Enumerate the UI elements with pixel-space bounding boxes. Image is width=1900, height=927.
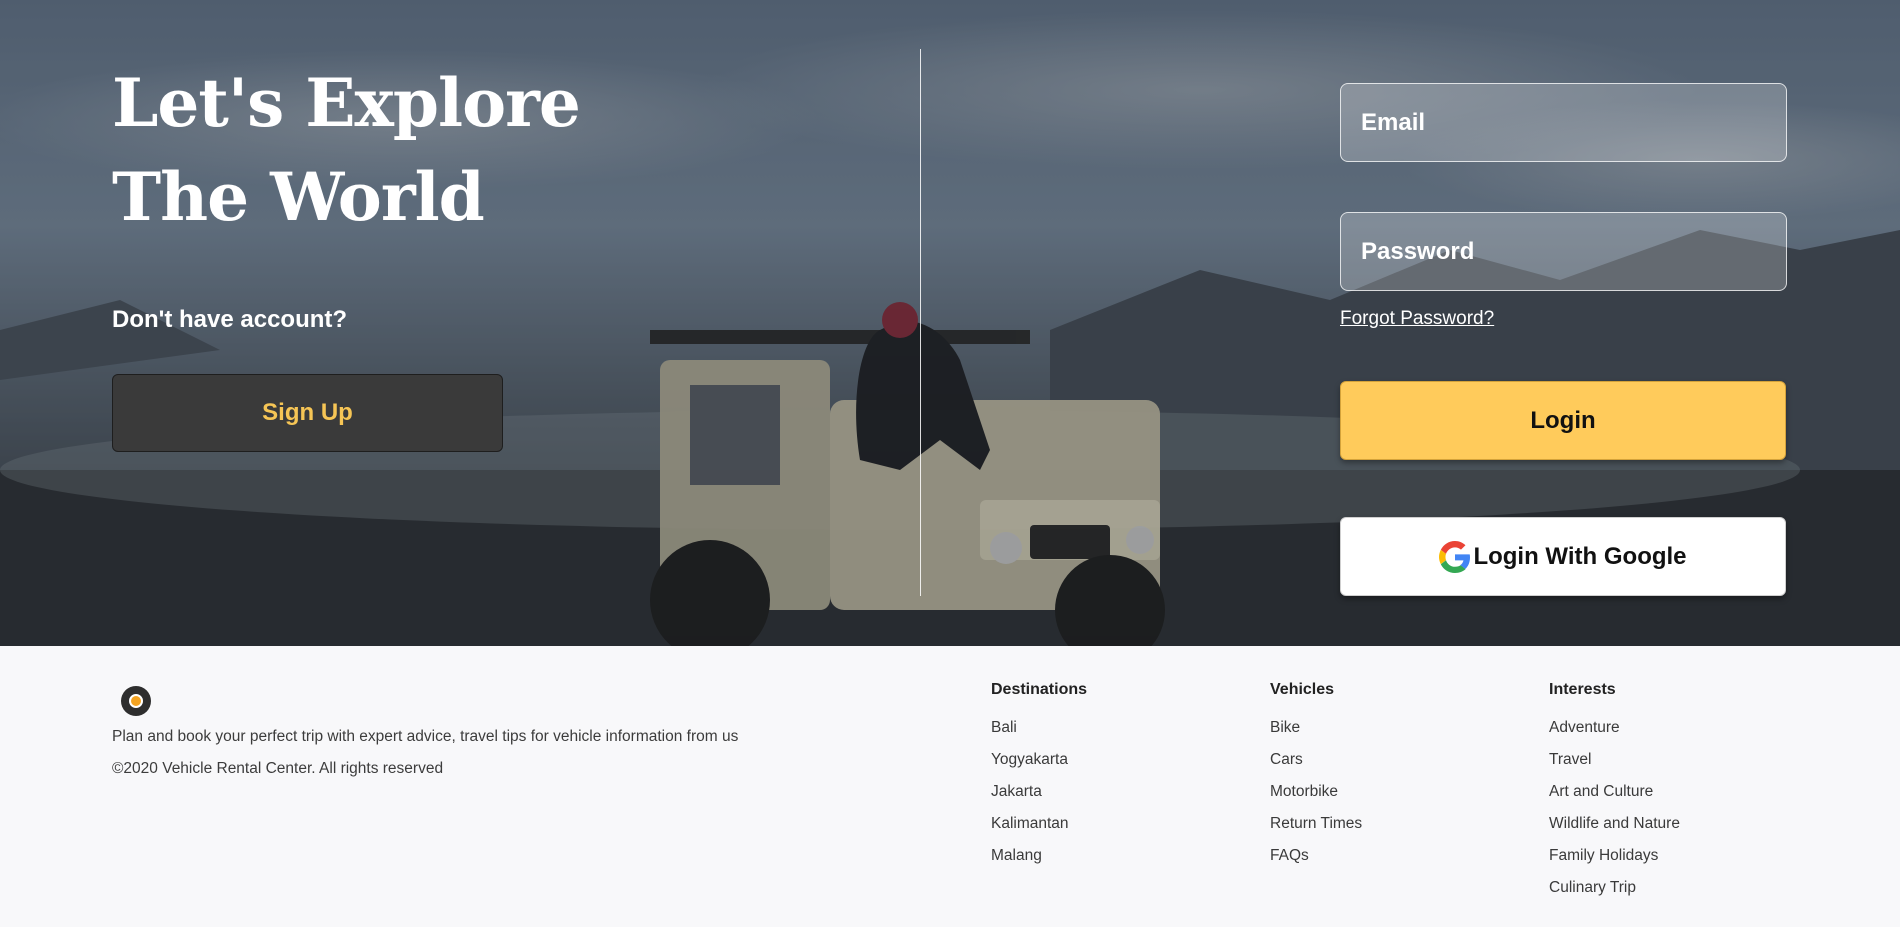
- footer-column-interests: Interests Adventure Travel Art and Cultu…: [1549, 680, 1680, 910]
- footer-link-kalimantan[interactable]: Kalimantan: [991, 814, 1087, 846]
- vertical-divider: [920, 49, 921, 596]
- forgot-password-link[interactable]: Forgot Password?: [1340, 308, 1494, 330]
- footer-link-cars[interactable]: Cars: [1270, 750, 1362, 782]
- footer-link-malang[interactable]: Malang: [991, 846, 1087, 878]
- google-button-label: Login With Google: [1473, 542, 1687, 570]
- footer-link-jakarta[interactable]: Jakarta: [991, 782, 1087, 814]
- footer-link-bike[interactable]: Bike: [1270, 718, 1362, 750]
- footer-column-title: Destinations: [991, 681, 1088, 698]
- page-title: Let's Explore The World: [112, 56, 581, 244]
- footer-column-vehicles: Vehicles Bike Cars Motorbike Return Time…: [1270, 680, 1362, 878]
- login-with-google-button[interactable]: Login With Google: [1340, 517, 1786, 596]
- logo-dot: [129, 694, 143, 708]
- footer-link-wildlife-and-nature[interactable]: Wildlife and Nature: [1549, 814, 1680, 846]
- footer-copyright: ©2020 Vehicle Rental Center. All rights …: [112, 760, 444, 777]
- login-button[interactable]: Login: [1340, 381, 1786, 460]
- footer-tagline: Plan and book your perfect trip with exp…: [112, 728, 739, 745]
- google-g-icon: [1439, 540, 1471, 573]
- footer-link-faqs[interactable]: FAQs: [1270, 846, 1362, 878]
- password-field[interactable]: [1340, 212, 1787, 291]
- footer-link-art-and-culture[interactable]: Art and Culture: [1549, 782, 1680, 814]
- footer-link-adventure[interactable]: Adventure: [1549, 718, 1680, 750]
- brand-logo-icon[interactable]: [121, 686, 151, 716]
- sign-up-button[interactable]: Sign Up: [112, 374, 503, 452]
- footer-link-yogyakarta[interactable]: Yogyakarta: [991, 750, 1087, 782]
- email-field[interactable]: [1340, 83, 1787, 162]
- footer-link-culinary-trip[interactable]: Culinary Trip: [1549, 878, 1680, 910]
- headline-line-2: The World: [112, 158, 485, 236]
- headline-line-1: Let's Explore: [112, 64, 581, 142]
- footer-column-destinations: Destinations Bali Yogyakarta Jakarta Kal…: [991, 680, 1087, 878]
- footer-link-travel[interactable]: Travel: [1549, 750, 1680, 782]
- footer-link-return-times[interactable]: Return Times: [1270, 814, 1362, 846]
- footer-link-bali[interactable]: Bali: [991, 718, 1087, 750]
- no-account-text: Don't have account?: [112, 306, 348, 333]
- hero-section: Let's Explore The World Don't have accou…: [0, 0, 1900, 646]
- footer-link-motorbike[interactable]: Motorbike: [1270, 782, 1362, 814]
- footer-column-title: Vehicles: [1270, 681, 1335, 698]
- footer-link-family-holidays[interactable]: Family Holidays: [1549, 846, 1680, 878]
- footer-column-title: Interests: [1549, 681, 1616, 698]
